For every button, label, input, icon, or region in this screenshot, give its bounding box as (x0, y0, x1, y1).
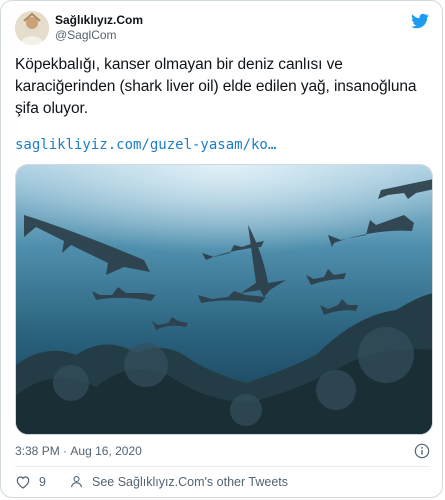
tweet-time[interactable]: 3:38 PM (15, 444, 60, 458)
tweet-text: Köpekbalığı, kanser olmayan bir deniz ca… (15, 56, 417, 117)
author-handle[interactable]: @SaglCom (55, 28, 143, 43)
see-other-tweets-link[interactable]: See Sağlıklıyız.Com's other Tweets (69, 474, 288, 489)
tweet-link[interactable]: saglikliyiz.com/guzel-yasam/ko… (15, 137, 276, 153)
avatar[interactable] (15, 11, 49, 45)
tweet-header: Sağlıklıyız.Com @SaglCom (15, 11, 430, 51)
author-name[interactable]: Sağlıklıyız.Com (55, 13, 143, 28)
meta-separator: · (63, 443, 68, 458)
person-icon (70, 475, 83, 488)
like-button[interactable]: 9 (15, 474, 46, 490)
tweet-card: Sağlıklıyız.Com @SaglCom Köpekbalığı, ka… (0, 0, 443, 498)
like-count: 9 (39, 475, 46, 489)
heart-icon (16, 476, 30, 489)
tweet-date[interactable]: Aug 16, 2020 (70, 444, 141, 458)
divider (15, 466, 430, 467)
user-info[interactable]: Sağlıklıyız.Com @SaglCom (55, 13, 143, 43)
tweet-meta: 3:38 PM · Aug 16, 2020 (15, 443, 430, 461)
see-other-tweets-label: See Sağlıklıyız.Com's other Tweets (92, 474, 288, 489)
info-icon[interactable] (414, 443, 430, 459)
tweet-actions: 9 See Sağlıklıyız.Com's other Tweets (15, 474, 430, 494)
tweet-media-image[interactable] (15, 164, 433, 435)
twitter-bird-icon[interactable] (410, 12, 430, 30)
